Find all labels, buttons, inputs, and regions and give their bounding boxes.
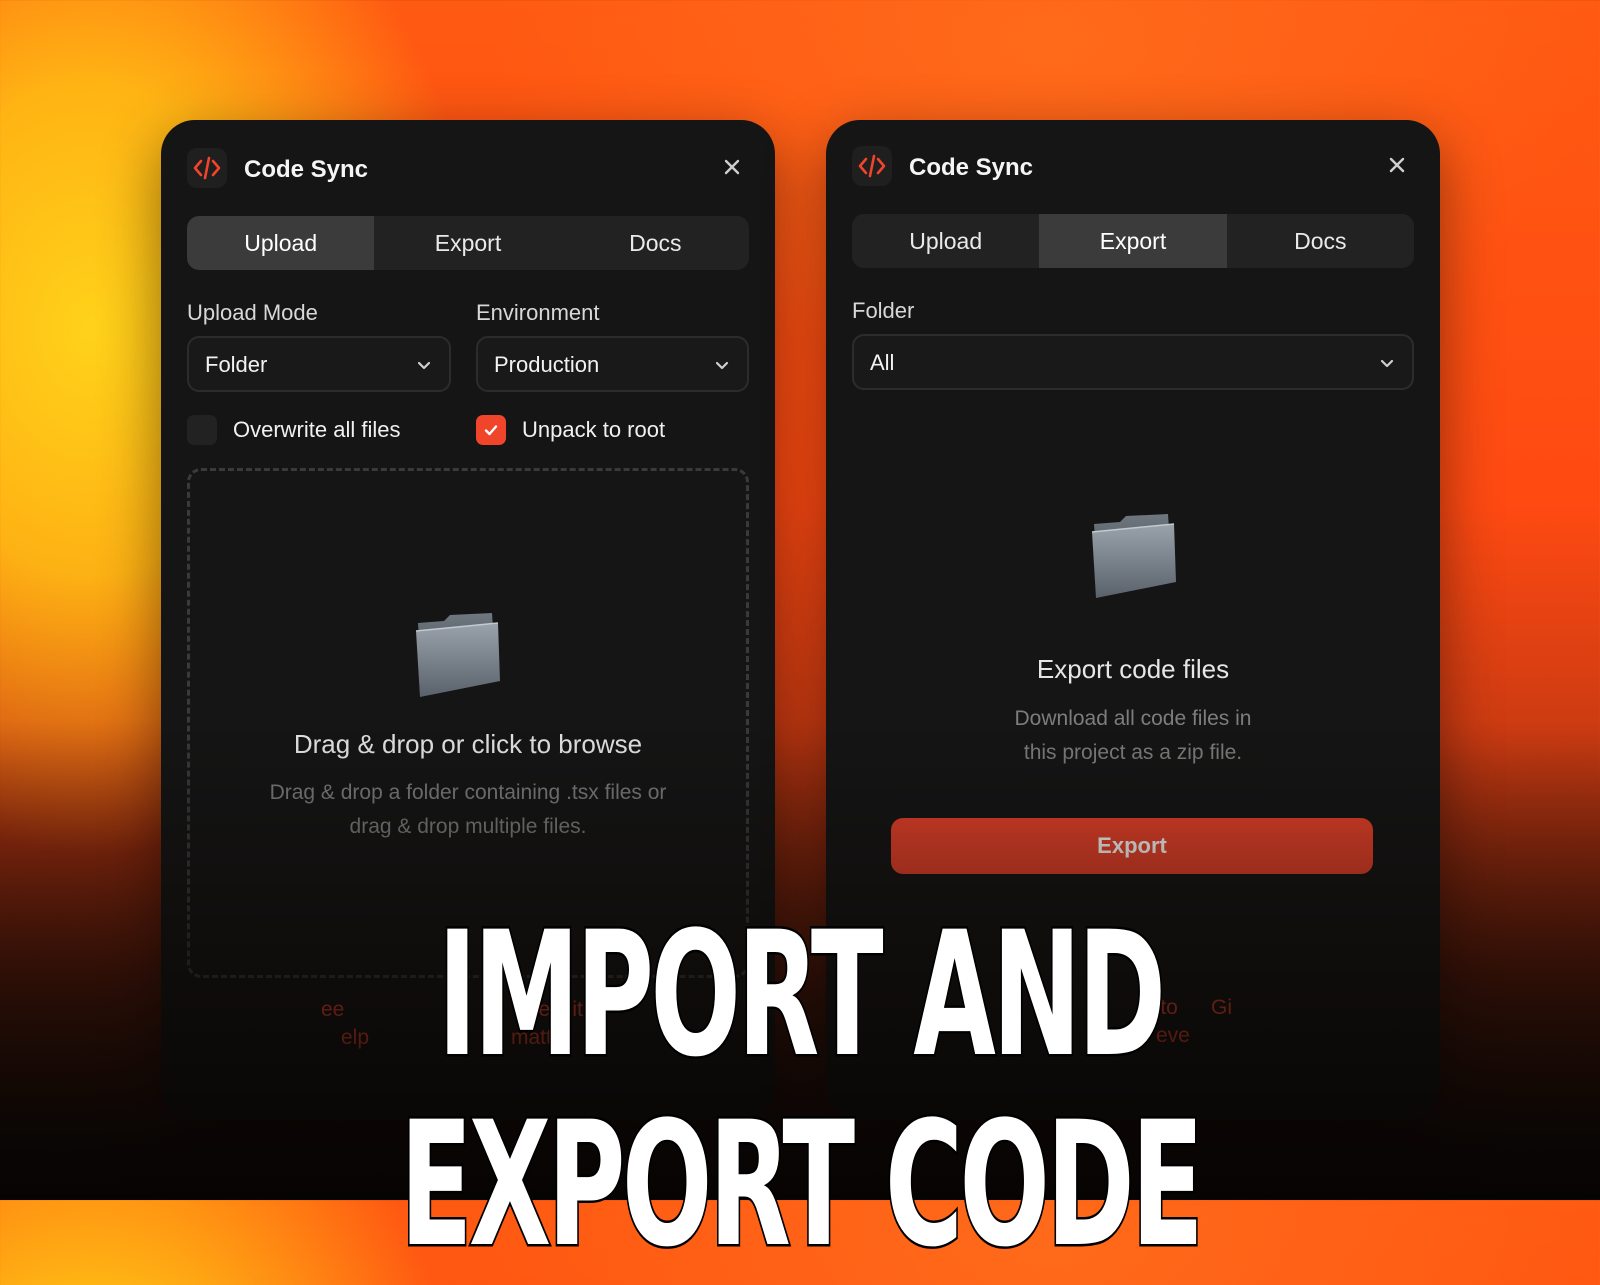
upload-mode-select[interactable]: Folder	[187, 336, 451, 392]
tab-docs[interactable]: Docs	[562, 216, 749, 270]
code-brackets-icon	[852, 146, 892, 186]
headline-overlay: IMPORT AND EXPORT CODE	[398, 894, 1205, 1285]
tab-upload[interactable]: Upload	[187, 216, 375, 270]
export-description-line1: Download all code files in	[1014, 707, 1252, 730]
tab-export[interactable]: Export	[374, 216, 561, 270]
close-icon[interactable]	[1380, 148, 1414, 182]
close-icon[interactable]	[715, 150, 749, 184]
folder-label: Folder	[852, 298, 915, 323]
upload-mode-value: Folder	[205, 352, 268, 377]
export-button[interactable]: Export	[891, 818, 1373, 874]
export-empty-title: Export code files	[1036, 654, 1230, 684]
overwrite-label: Overwrite all files	[233, 417, 401, 442]
chevron-down-icon	[1378, 354, 1396, 377]
tab-export[interactable]: Export	[1039, 214, 1227, 268]
panel-header: Code Sync	[187, 148, 749, 188]
checkbox-box	[187, 415, 217, 445]
chevron-down-icon	[713, 356, 731, 379]
overwrite-checkbox[interactable]: Overwrite all files	[187, 415, 400, 445]
dropzone-title: Drag & drop or click to browse	[293, 729, 643, 759]
folder-icon	[412, 611, 504, 706]
unpack-checkbox[interactable]: Unpack to root	[476, 415, 665, 445]
tab-upload[interactable]: Upload	[852, 214, 1039, 268]
folder-select[interactable]: All	[852, 334, 1414, 390]
tab-bar: Upload Export Docs	[852, 214, 1414, 268]
panel-header: Code Sync	[852, 146, 1414, 186]
app-title: Code Sync	[909, 154, 1034, 181]
environment-select[interactable]: Production	[476, 336, 749, 392]
folder-icon	[1088, 512, 1180, 607]
upload-mode-label: Upload Mode	[187, 300, 318, 325]
tab-bar: Upload Export Docs	[187, 216, 749, 270]
dropzone-description-line2: drag & drop multiple files.	[349, 815, 587, 838]
unpack-label: Unpack to root	[522, 417, 666, 442]
chevron-down-icon	[415, 356, 433, 379]
environment-label: Environment	[476, 300, 600, 325]
check-icon	[476, 415, 506, 445]
dropzone-description-line1: Drag & drop a folder containing .tsx fil…	[269, 781, 667, 804]
app-title: Code Sync	[244, 156, 369, 183]
tab-docs[interactable]: Docs	[1227, 214, 1414, 268]
export-description-line2: this project as a zip file.	[1023, 741, 1243, 764]
environment-value: Production	[494, 352, 600, 377]
code-brackets-icon	[187, 148, 227, 188]
folder-value: All	[870, 350, 895, 375]
